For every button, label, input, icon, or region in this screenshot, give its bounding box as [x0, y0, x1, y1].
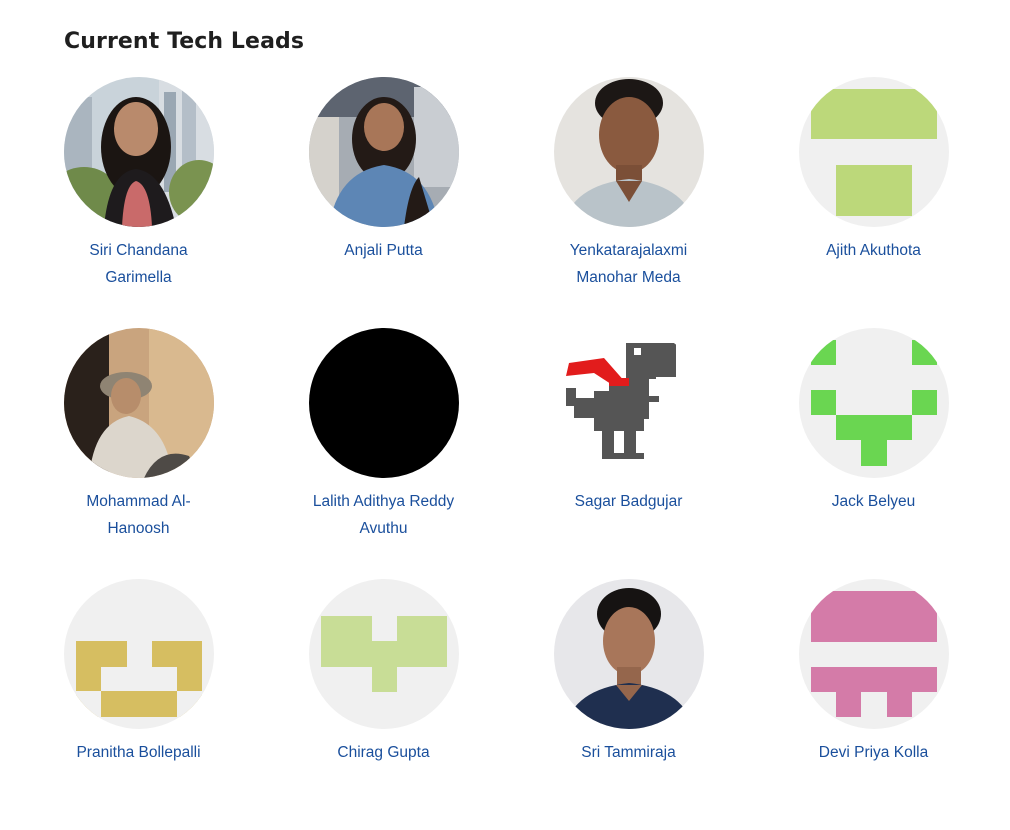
black-avatar-icon [308, 328, 459, 478]
lead-name: Pranitha Bollepalli [76, 744, 201, 761]
lead-name: Chirag Gupta [337, 744, 430, 761]
lead-card-anjali-putta[interactable]: Anjali Putta [261, 77, 506, 328]
lead-name: Jack Belyeu [831, 493, 916, 510]
lead-card-ajith-akuthota[interactable]: Ajith Akuthota [751, 77, 996, 328]
lead-card-lalith-adithya-reddy-avuthu[interactable]: Lalith Adithya Reddy Avuthu [261, 328, 506, 579]
lead-name: Ajith Akuthota [826, 242, 921, 259]
pixel-dinosaur-icon [553, 328, 704, 478]
lead-name: Yenkatarajalaxmi Manohar Meda [569, 242, 688, 286]
photo-woman-denim-icon [308, 77, 459, 227]
identicon-gold-icon [63, 579, 214, 729]
photo-man-portrait-icon [553, 77, 704, 227]
lead-name: Sagar Badgujar [574, 493, 683, 510]
lead-card-devi-priya-kolla[interactable]: Devi Priya Kolla [751, 579, 996, 830]
lead-card-sagar-badgujar[interactable]: Sagar Badgujar [506, 328, 751, 579]
lead-name: Mohammad Al-Hanoosh [86, 493, 191, 537]
lead-name: Lalith Adithya Reddy Avuthu [312, 493, 455, 537]
photo-man-sitting-icon [63, 328, 214, 478]
lead-card-chirag-gupta[interactable]: Chirag Gupta [261, 579, 506, 830]
lead-card-pranitha-bollepalli[interactable]: Pranitha Bollepalli [16, 579, 261, 830]
identicon-bright-green-icon [798, 328, 949, 478]
identicon-green-icon [798, 77, 949, 227]
lead-card-sri-tammiraja[interactable]: Sri Tammiraja [506, 579, 751, 830]
lead-name: Anjali Putta [344, 242, 423, 259]
lead-name: Sri Tammiraja [581, 744, 676, 761]
tech-leads-grid: Siri Chandana Garimella Anjali Putta Yen… [16, 77, 996, 830]
lead-card-jack-belyeu[interactable]: Jack Belyeu [751, 328, 996, 579]
identicon-pink-icon [798, 579, 949, 729]
section-title: Current Tech Leads [64, 29, 305, 54]
photo-man-glasses-icon [553, 579, 704, 729]
lead-name: Siri Chandana Garimella [89, 242, 188, 286]
photo-woman-city-icon [63, 77, 214, 227]
lead-name: Devi Priya Kolla [818, 744, 929, 761]
identicon-lime-icon [308, 579, 459, 729]
lead-card-yenkatarajalaxmi-manohar-meda[interactable]: Yenkatarajalaxmi Manohar Meda [506, 77, 751, 328]
lead-card-siri-chandana-garimella[interactable]: Siri Chandana Garimella [16, 77, 261, 328]
lead-card-mohammad-al-hanoosh[interactable]: Mohammad Al-Hanoosh [16, 328, 261, 579]
